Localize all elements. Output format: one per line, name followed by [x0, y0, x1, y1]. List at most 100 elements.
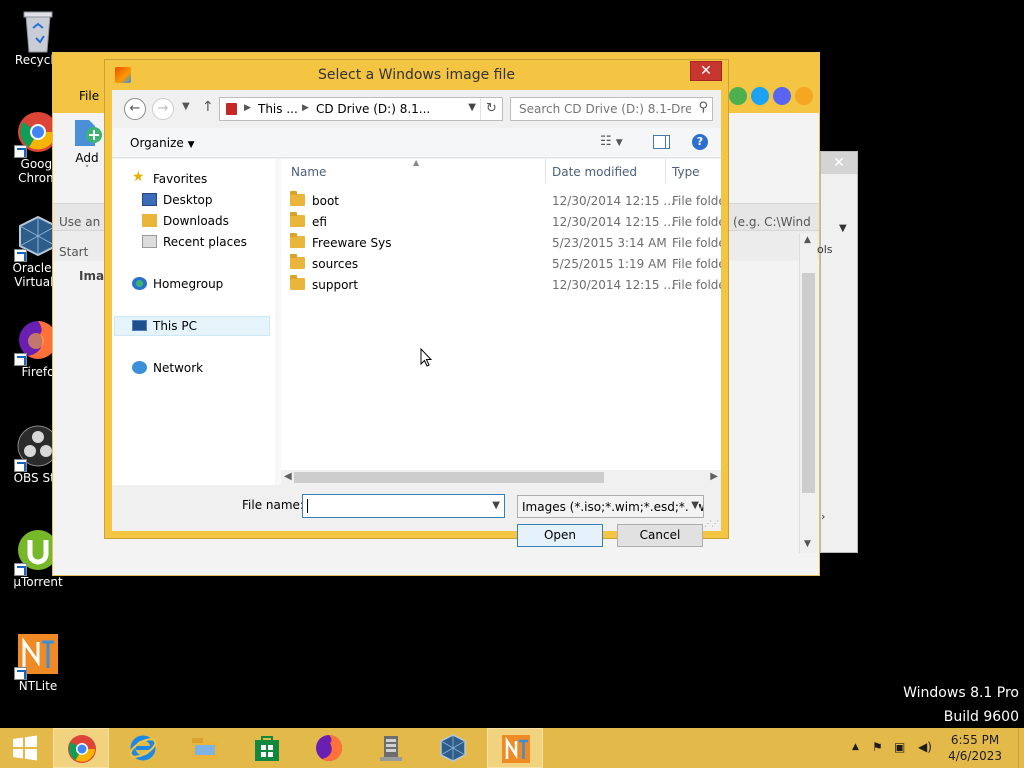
address-dropdown-icon[interactable]: ▼ — [468, 102, 476, 113]
forward-button[interactable]: → — [152, 98, 174, 120]
chevron-down-icon[interactable]: ▼ — [492, 500, 500, 511]
file-name-input[interactable] — [306, 497, 482, 515]
taskbar-archive-tool[interactable] — [363, 728, 419, 768]
file-name: sources — [312, 257, 359, 271]
recent-locations-dropdown[interactable]: ▼ — [182, 101, 190, 112]
search-box[interactable]: ⚲ — [510, 97, 713, 121]
file-type: File folder — [672, 215, 721, 229]
chrome-icon — [68, 735, 96, 763]
recycle-bin-icon — [16, 6, 60, 53]
discord-icon[interactable] — [773, 87, 791, 105]
column-separator[interactable] — [665, 159, 666, 183]
scroll-right-icon[interactable]: ▶ — [710, 471, 718, 482]
open-button[interactable]: Open — [517, 524, 603, 547]
downloads-folder-icon — [142, 214, 157, 227]
taskbar-clock[interactable]: 6:55 PM 4/6/2023 — [948, 732, 1002, 764]
background-vertical-scrollbar[interactable]: ▲ ▼ — [799, 233, 817, 553]
scroll-left-icon[interactable]: ◀ — [284, 471, 292, 482]
dialog-titlebar[interactable]: Select a Windows image file ✕ — [105, 60, 728, 90]
view-options-button[interactable]: ☷ ▼ — [600, 134, 623, 149]
folder-icon — [290, 254, 305, 269]
file-type-filter[interactable]: Images (*.iso;*.wim;*.esd;*.swm ▼ — [517, 495, 704, 518]
preview-pane-button[interactable] — [653, 135, 670, 149]
organize-label: Organize — [130, 136, 184, 150]
shortcut-arrow-icon — [14, 145, 27, 158]
network-icon[interactable]: ▣ — [894, 740, 905, 754]
file-date: 5/25/2015 1:19 AM — [552, 257, 667, 271]
file-row[interactable]: Freeware Sys 5/23/2015 3:14 AM File fold… — [281, 232, 721, 253]
chevron-right-icon[interactable]: › — [821, 510, 825, 523]
computer-icon — [132, 320, 147, 331]
chevron-down-icon: ▼ — [689, 500, 699, 511]
column-header-date-modified[interactable]: Date modified — [552, 165, 637, 179]
search-icon: ⚲ — [698, 100, 708, 115]
taskbar-chrome[interactable] — [53, 728, 109, 768]
back-button[interactable]: ← — [124, 98, 146, 120]
file-menu[interactable]: File — [79, 89, 99, 103]
help-icon[interactable]: ? — [692, 134, 708, 150]
nav-item-label: Homegroup — [153, 277, 224, 291]
taskbar-store[interactable] — [239, 728, 295, 768]
organize-button[interactable]: Organize ▼ — [130, 136, 195, 150]
nav-item-label: Network — [153, 361, 204, 375]
column-separator[interactable] — [545, 159, 546, 183]
close-icon[interactable]: ✕ — [821, 152, 857, 174]
add-button[interactable]: Add ˅ — [67, 118, 107, 175]
chevron-down-icon[interactable]: ▼ — [839, 223, 847, 234]
file-date: 5/23/2015 3:14 AM — [552, 236, 667, 250]
file-date: 12/30/2014 12:15 ... — [552, 194, 675, 208]
address-bar[interactable]: ▶ This ... ▶ CD Drive (D:) 8.1... ▼ ↻ — [219, 97, 503, 121]
twitter-icon[interactable] — [751, 87, 769, 105]
scrollbar-thumb[interactable] — [294, 472, 604, 483]
breadcrumb-cd-drive[interactable]: CD Drive (D:) 8.1... — [316, 102, 430, 116]
scrollbar-thumb[interactable] — [802, 273, 815, 493]
scroll-up-icon[interactable]: ▲ — [804, 235, 811, 245]
windows-edition-text: Windows 8.1 Pro — [903, 685, 1019, 701]
open-file-dialog: Select a Windows image file ✕ ← → ▼ ↑ ▶ … — [104, 59, 729, 547]
action-center-flag-icon[interactable]: ⚑ — [872, 740, 883, 754]
mouse-cursor-icon — [420, 347, 433, 370]
up-button[interactable]: ↑ — [202, 99, 214, 115]
shortcut-arrow-icon — [14, 563, 27, 576]
help-icon[interactable] — [795, 87, 813, 105]
file-name-combobox[interactable]: ▼ — [302, 494, 505, 518]
breadcrumb-this-pc[interactable]: This ... — [258, 102, 298, 116]
file-list: ▲ Name Date modified Type boot 12/30/201… — [281, 159, 721, 470]
start-button[interactable] — [0, 728, 50, 768]
ntlite-icon — [502, 735, 530, 763]
taskbar-virtualbox[interactable] — [425, 728, 481, 768]
start-icon — [13, 735, 37, 761]
taskbar-firefox[interactable] — [301, 728, 357, 768]
volume-icon[interactable]: ◀) — [918, 740, 932, 754]
file-type: File folder — [672, 278, 721, 292]
show-desktop-button[interactable] — [1018, 728, 1024, 768]
search-input[interactable] — [511, 98, 691, 120]
horizontal-scrollbar[interactable]: ◀ ▶ — [281, 470, 721, 485]
column-header-name[interactable]: Name — [291, 165, 326, 179]
taskbar-ntlite[interactable] — [487, 728, 543, 768]
file-row[interactable]: efi 12/30/2014 12:15 ... File folder — [281, 211, 721, 232]
column-header-type[interactable]: Type — [672, 165, 700, 179]
show-hidden-icons-icon[interactable]: ▲ — [852, 742, 859, 752]
update-icon[interactable] — [729, 87, 747, 105]
scroll-down-icon[interactable]: ▼ — [804, 539, 811, 549]
file-type: File folder — [672, 236, 721, 250]
resize-grip-icon[interactable]: ⋰⋰ — [704, 519, 719, 528]
add-image-icon — [75, 120, 102, 146]
file-date: 12/30/2014 12:15 ... — [552, 278, 675, 292]
file-row[interactable]: support 12/30/2014 12:15 ... File folder — [281, 274, 721, 295]
file-name: support — [312, 278, 359, 292]
taskbar-file-explorer[interactable] — [177, 728, 233, 768]
taskbar-internet-explorer[interactable] — [115, 728, 171, 768]
file-row[interactable]: sources 5/25/2015 1:19 AM File folder — [281, 253, 721, 274]
cancel-button[interactable]: Cancel — [617, 524, 703, 547]
windows-build-text: Build 9600 — [943, 709, 1019, 725]
shortcut-arrow-icon — [14, 667, 27, 680]
close-button[interactable]: ✕ — [690, 61, 722, 81]
clock-time: 6:55 PM — [950, 733, 1000, 747]
dialog-body: ← → ▼ ↑ ▶ This ... ▶ CD Drive (D:) 8.1..… — [112, 90, 721, 547]
refresh-button[interactable]: ↻ — [480, 98, 502, 120]
file-row[interactable]: boot 12/30/2014 12:15 ... File folder — [281, 190, 721, 211]
command-bar: Organize ▼ ☷ ▼ ? — [112, 128, 721, 158]
desktop-icon-ntlite[interactable]: NTLite — [0, 632, 76, 693]
